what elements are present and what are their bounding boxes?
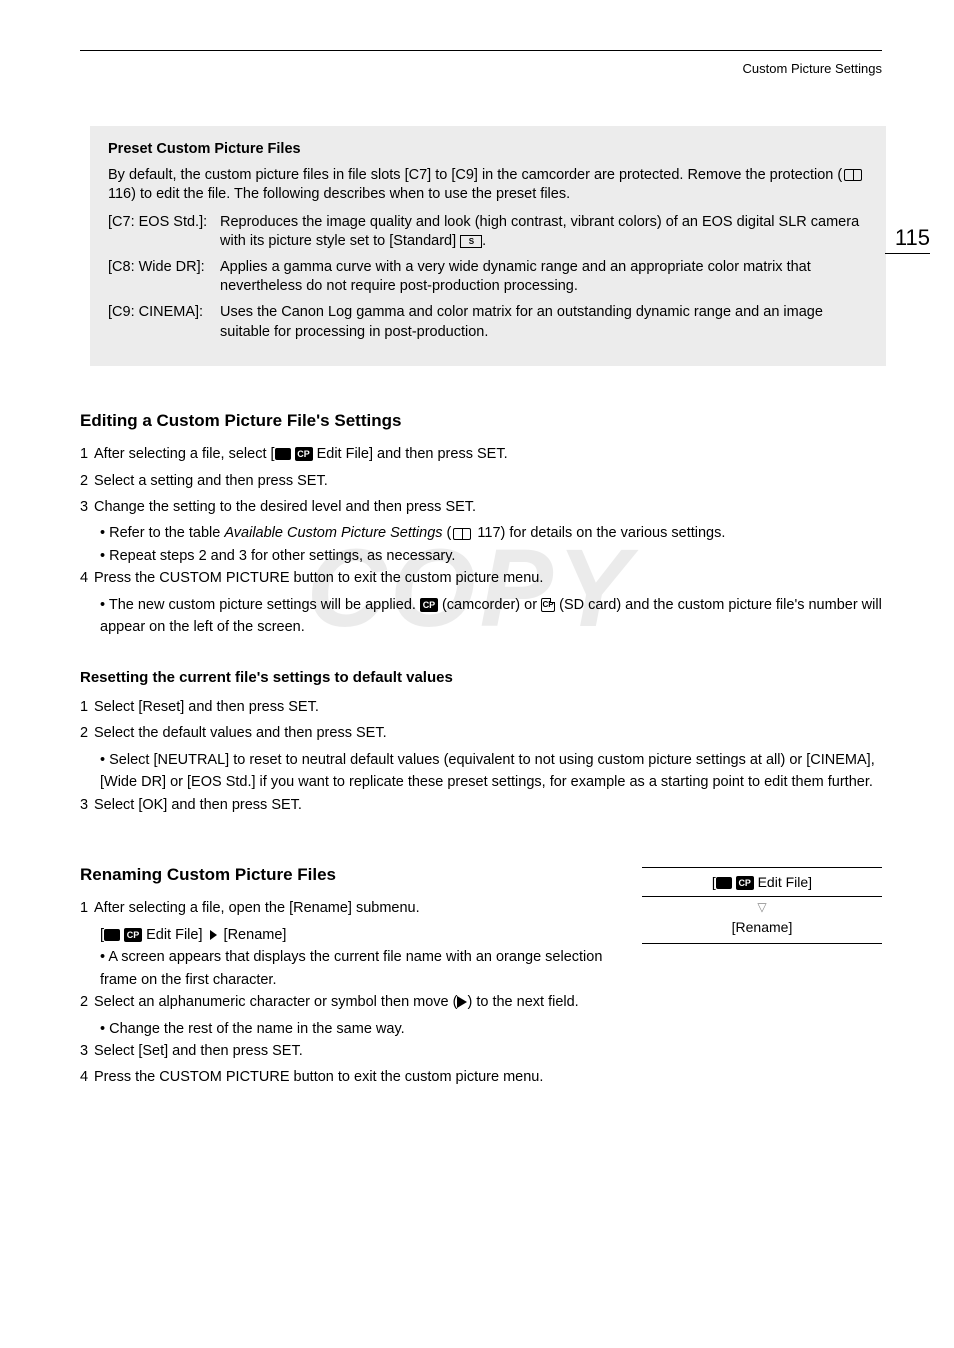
renaming-step-2-bullet-1: Change the rest of the name in the same …: [100, 1018, 882, 1040]
menu-sep-icon: [210, 930, 217, 940]
editing-step-3: 3Change the setting to the desired level…: [80, 496, 882, 518]
editing-step-1: 1After selecting a file, select [ CP Edi…: [80, 443, 882, 465]
cp-icon: CP: [295, 447, 313, 461]
renaming-title: Renaming Custom Picture Files: [80, 865, 612, 885]
renaming-section: Renaming Custom Picture Files 1After sel…: [80, 865, 882, 991]
cp-icon: CP: [736, 876, 754, 890]
editing-step-3-bullet-1: Refer to the table Available Custom Pict…: [100, 522, 882, 544]
preset-box-intro: By default, the custom picture files in …: [108, 166, 868, 205]
cp-icon: CP: [124, 928, 142, 942]
preset-files-box: Preset Custom Picture Files By default, …: [90, 126, 886, 366]
preset-row-c9: [C9: CINEMA]: Uses the Canon Log gamma a…: [108, 303, 868, 342]
running-header: Custom Picture Settings: [80, 61, 882, 76]
camera-icon: [104, 929, 120, 941]
renaming-step-3: 3Select [Set] and then press SET.: [80, 1040, 882, 1062]
editing-title: Editing a Custom Picture File's Settings: [80, 411, 882, 431]
editing-steps: 1After selecting a file, select [ CP Edi…: [80, 443, 882, 639]
top-rule: [80, 50, 882, 51]
preset-row-c8: [C8: Wide DR]: Applies a gamma curve wit…: [108, 258, 868, 297]
resetting-step-1: 1Select [Reset] and then press SET.: [80, 696, 882, 718]
page-number: 115: [885, 225, 930, 254]
preset-box-title: Preset Custom Picture Files: [108, 140, 868, 160]
renaming-step-4: 4Press the CUSTOM PICTURE button to exit…: [80, 1066, 882, 1088]
page-content: Custom Picture Settings 115 COPY Preset …: [0, 0, 954, 1153]
right-arrow-icon: [457, 996, 467, 1008]
menu-path-box: [ CP Edit File] ▽ [Rename]: [642, 865, 882, 991]
resetting-steps: 1Select [Reset] and then press SET. 2Sel…: [80, 696, 882, 816]
resetting-step-2: 2Select the default values and then pres…: [80, 722, 882, 744]
renaming-step-1-path: [ CP Edit File] [Rename]: [100, 924, 612, 946]
renaming-step-2: 2Select an alphanumeric character or sym…: [80, 991, 882, 1013]
camera-icon: [275, 448, 291, 460]
sd-card-icon: CP: [541, 598, 555, 612]
editing-step-3-bullet-2: Repeat steps 2 and 3 for other settings,…: [100, 545, 882, 567]
resetting-step-3: 3Select [OK] and then press SET.: [80, 794, 882, 816]
page-ref-icon: [453, 528, 471, 540]
renaming-step-1: 1After selecting a file, open the [Renam…: [80, 897, 612, 919]
menu-arrow-icon: ▽: [642, 899, 882, 915]
page-ref-icon: [844, 169, 862, 181]
preset-row-c7: [C7: EOS Std.]: Reproduces the image qua…: [108, 213, 868, 252]
renaming-steps-cont: 2Select an alphanumeric character or sym…: [80, 991, 882, 1089]
editing-step-2: 2Select a setting and then press SET.: [80, 470, 882, 492]
menu-box-rename: [Rename]: [642, 917, 882, 944]
standard-icon: S: [460, 235, 482, 248]
menu-box-edit-file: [ CP Edit File]: [642, 867, 882, 897]
editing-step-4-bullet-1: The new custom picture settings will be …: [100, 594, 882, 639]
cp-icon: CP: [420, 598, 438, 612]
resetting-step-2-bullet-1: Select [NEUTRAL] to reset to neutral def…: [100, 749, 882, 794]
renaming-step-1-bullet-1: A screen appears that displays the curre…: [100, 946, 612, 991]
resetting-title: Resetting the current file's settings to…: [80, 669, 882, 686]
editing-step-4: 4Press the CUSTOM PICTURE button to exit…: [80, 567, 882, 589]
camera-icon: [716, 877, 732, 889]
